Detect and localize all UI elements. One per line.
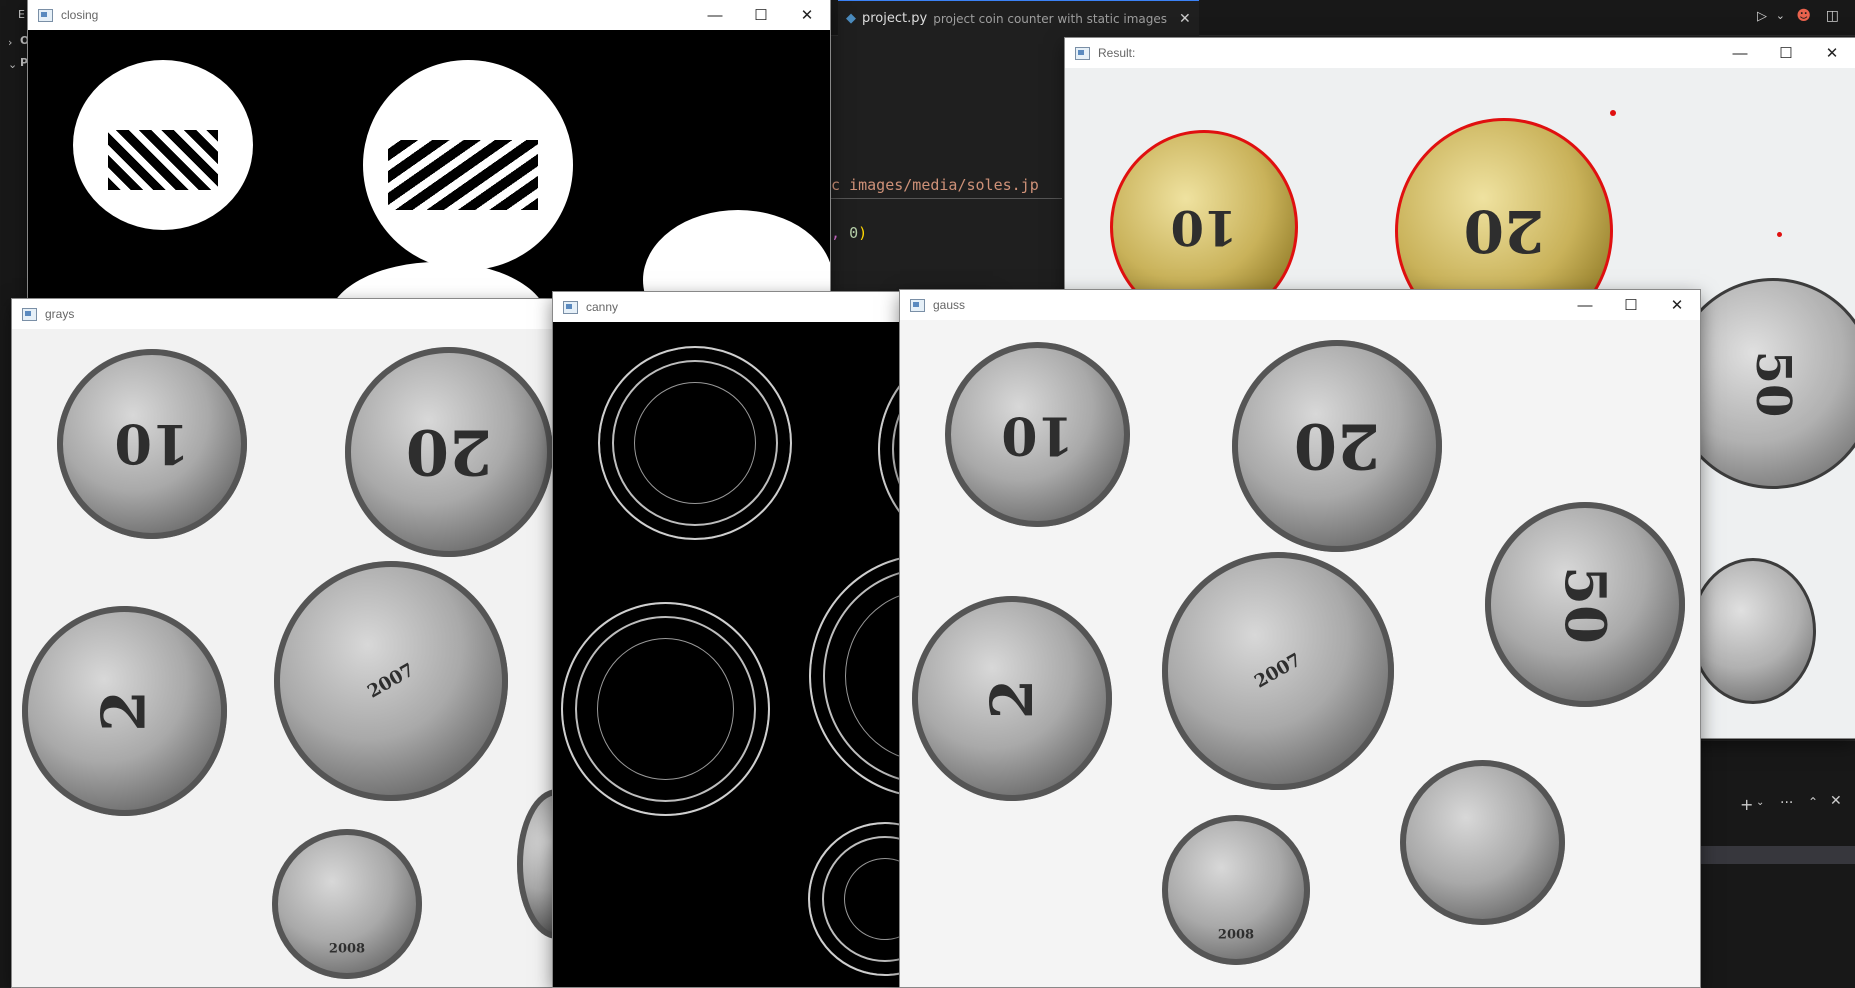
noise-pattern	[108, 130, 218, 190]
titlebar[interactable]: gauss — ☐ ✕	[900, 290, 1700, 320]
chevron-down-icon[interactable]: ⌄	[1756, 797, 1764, 808]
window-title: canny	[586, 300, 619, 314]
maximize-button[interactable]: ☐	[738, 0, 784, 30]
coin-1-sol: 2007	[274, 561, 508, 801]
edge-ring	[561, 602, 770, 816]
tab-project-py[interactable]: ◆ project.py project coin counter with s…	[838, 0, 1199, 36]
coin-10-centimos: 10	[945, 342, 1130, 527]
grays-image: 10 20 2 2007 2008	[12, 329, 562, 987]
code-string: ic images/media/soles.jp	[822, 176, 1039, 194]
window-icon	[1075, 46, 1090, 60]
noise-pattern	[388, 140, 538, 210]
coin-small	[1400, 760, 1565, 925]
split-editor-icon[interactable]: ◫	[1826, 8, 1839, 24]
gauss-image: 10 20 50 2 2007 2008	[900, 320, 1700, 987]
explorer-letter: E	[18, 8, 25, 21]
coin-year: 2008	[328, 941, 366, 957]
code-number: 0	[849, 224, 859, 242]
code-underline	[822, 198, 1062, 199]
minimize-button[interactable]: —	[1717, 38, 1763, 68]
coin-denomination: 50	[1552, 565, 1618, 644]
project-section-label[interactable]: P	[20, 56, 28, 69]
copilot-icon[interactable]: ☻	[1796, 8, 1811, 24]
minimize-button[interactable]: —	[692, 0, 738, 30]
maximize-button[interactable]: ☐	[1763, 38, 1809, 68]
add-terminal-icon[interactable]: +	[1740, 795, 1753, 814]
window-title: gauss	[933, 298, 966, 312]
window-icon	[563, 300, 578, 314]
minimize-button[interactable]: —	[1562, 290, 1608, 320]
window-grays[interactable]: grays 10 20 2 2007 2008	[12, 299, 562, 987]
close-icon[interactable]: ✕	[1179, 11, 1191, 27]
coin-20-centimos: 20	[1232, 340, 1442, 552]
terminal-list-item[interactable]	[1700, 846, 1855, 864]
coin-denomination: 10	[1170, 199, 1238, 255]
coin-denomination: 20	[405, 415, 493, 489]
coin-denomination: 10	[1001, 404, 1074, 465]
chevron-down-icon[interactable]: ⌄	[8, 58, 17, 71]
code-paren-close: )	[858, 224, 868, 242]
coin-year: 2008	[1217, 927, 1255, 943]
chevron-down-icon[interactable]: ⌄	[1776, 9, 1785, 22]
coin-denomination: 20	[1293, 409, 1381, 483]
coin-denomination: 2	[89, 690, 160, 732]
terminal-panel: + ⌄ ··· ⌃ ✕	[1700, 740, 1855, 988]
noise-point	[1777, 232, 1782, 237]
coin-50-centimos: 50	[1485, 502, 1685, 707]
coin-10-centimos: 10	[57, 349, 247, 539]
close-icon[interactable]: ✕	[1830, 793, 1842, 809]
window-title: grays	[45, 307, 75, 321]
coin-1-sol: 2007	[1162, 552, 1394, 790]
coin-20-centimos: 20	[345, 347, 553, 557]
python-icon: ◆	[846, 11, 856, 26]
coin-denomination: 10	[114, 412, 190, 476]
coin-year: 2007	[1251, 649, 1305, 693]
titlebar[interactable]: grays	[12, 299, 562, 329]
window-icon	[22, 307, 37, 321]
coin-year: 2007	[364, 659, 418, 703]
window-icon	[910, 298, 925, 312]
close-button[interactable]: ✕	[784, 0, 830, 30]
tab-description: project coin counter with static images	[933, 11, 1168, 26]
coin-small: 2008	[1162, 815, 1310, 965]
coin-denomination: 2	[978, 678, 1046, 719]
close-button[interactable]: ✕	[1809, 38, 1855, 68]
binary-coin-blob	[643, 210, 830, 300]
tab-filename: project.py	[862, 11, 928, 26]
coin-denomination: 20	[1463, 197, 1545, 265]
coin-denomination: 50	[1745, 350, 1801, 417]
coin-2-soles: 2	[22, 606, 227, 816]
window-closing[interactable]: closing — ☐ ✕	[28, 0, 830, 300]
window-gauss[interactable]: gauss — ☐ ✕ 10 20 50 2 2007 2008	[900, 290, 1700, 987]
window-title: Result:	[1098, 46, 1136, 60]
coin-small: 2008	[272, 829, 422, 979]
titlebar[interactable]: Result: — ☐ ✕	[1065, 38, 1855, 68]
chevron-up-icon[interactable]: ⌃	[1808, 795, 1818, 809]
editor-tab-bar: ◆ project.py project coin counter with s…	[830, 0, 1855, 36]
coin-2-soles: 2	[912, 596, 1112, 801]
maximize-button[interactable]: ☐	[1608, 290, 1654, 320]
edge-ring	[598, 346, 792, 540]
noise-point	[1610, 110, 1616, 116]
more-icon[interactable]: ···	[1780, 795, 1793, 811]
titlebar[interactable]: closing — ☐ ✕	[28, 0, 830, 30]
window-icon	[38, 8, 53, 22]
run-icon[interactable]: ▷	[1757, 9, 1767, 24]
window-title: closing	[61, 8, 99, 22]
close-button[interactable]: ✕	[1654, 290, 1700, 320]
closing-image	[28, 30, 830, 300]
binary-coin-blob	[328, 262, 548, 300]
chevron-right-icon[interactable]: ›	[8, 36, 12, 49]
detected-coin	[1690, 558, 1816, 704]
